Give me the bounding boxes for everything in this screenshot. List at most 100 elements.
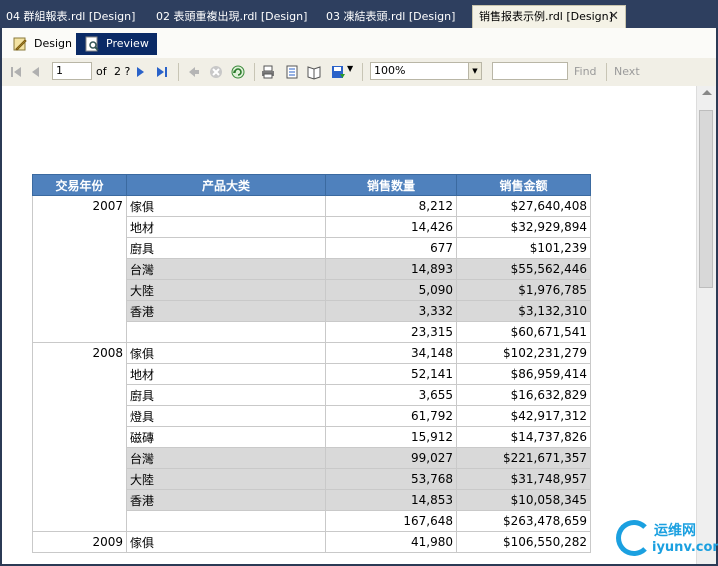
category-cell: 廚具 <box>126 384 326 406</box>
watermark-logo: 运维网 iyunv.com <box>612 516 718 562</box>
year-cell: 2007 <box>32 195 127 343</box>
amount-cell: $106,550,282 <box>456 531 591 553</box>
find-button[interactable]: Find <box>574 65 597 78</box>
quantity-cell: 8,212 <box>325 195 457 217</box>
report-toolbar: 1 of 2 ? ▼ 100% ▼ Find Next <box>2 58 716 87</box>
category-cell: 傢俱 <box>126 342 326 364</box>
quantity-cell: 53,768 <box>325 468 457 490</box>
print-layout-icon[interactable] <box>284 64 300 80</box>
category-cell: 台灣 <box>126 258 326 280</box>
tab-label: 02 表頭重複出現.rdl [Design] <box>156 10 308 23</box>
amount-cell: $263,478,659 <box>456 510 591 532</box>
watermark-text: 运维网 <box>654 523 696 539</box>
quantity-cell: 167,648 <box>325 510 457 532</box>
quantity-cell: 61,792 <box>325 405 457 427</box>
print-icon[interactable] <box>260 64 276 80</box>
category-cell: 傢俱 <box>126 195 326 217</box>
zoom-select[interactable]: 100% ▼ <box>370 62 482 80</box>
category-cell: 地材 <box>126 216 326 238</box>
find-input[interactable] <box>492 62 568 80</box>
category-cell: 香港 <box>126 300 326 322</box>
close-icon[interactable]: ✕ <box>608 6 619 28</box>
amount-cell: $27,640,408 <box>456 195 591 217</box>
export-icon[interactable] <box>330 64 346 80</box>
quantity-cell: 14,426 <box>325 216 457 238</box>
table-row: 2007 傢俱 8,212 $27,640,408 <box>32 195 591 343</box>
toolbar-separator <box>254 63 255 81</box>
amount-cell: $10,058,345 <box>456 489 591 511</box>
quantity-cell: 99,027 <box>325 447 457 469</box>
previous-page-icon[interactable] <box>28 64 44 80</box>
tab-label: 销售报表示例.rdl [Design] <box>479 10 613 23</box>
stop-icon[interactable] <box>208 64 224 80</box>
table-body: 2007 傢俱 8,212 $27,640,408 地材 14,426 $32,929,89… <box>32 195 591 553</box>
tab-repeat-header[interactable]: 02 表頭重複出現.rdl [Design] <box>150 6 318 28</box>
toolbar-separator <box>178 63 179 81</box>
first-page-icon[interactable] <box>8 64 24 80</box>
export-dropdown-icon[interactable]: ▼ <box>347 64 353 73</box>
preview-icon <box>85 36 99 52</box>
quantity-cell: 41,980 <box>325 531 457 553</box>
back-icon[interactable] <box>186 64 202 80</box>
page-setup-icon[interactable] <box>306 64 322 80</box>
amount-cell: $102,231,279 <box>456 342 591 364</box>
watermark-url: iyunv.com <box>652 540 718 555</box>
amount-cell: $55,562,446 <box>456 258 591 280</box>
quantity-cell: 3,332 <box>325 300 457 322</box>
scroll-thumb[interactable] <box>699 110 713 288</box>
amount-cell: $60,671,541 <box>456 321 591 343</box>
tab-label: 03 凍結表頭.rdl [Design] <box>326 10 456 23</box>
tab-preview-label: Preview <box>106 37 149 50</box>
tab-design-label: Design <box>34 37 72 50</box>
document-tab-bar: 04 群組報表.rdl [Design] 02 表頭重複出現.rdl [Desi… <box>0 0 718 28</box>
scroll-up-icon[interactable] <box>702 90 712 95</box>
amount-cell: $3,132,310 <box>456 300 591 322</box>
year-cell: 2009 <box>32 531 127 553</box>
vertical-scrollbar[interactable] <box>696 86 716 564</box>
tab-preview[interactable]: Preview <box>76 33 157 55</box>
tab-sales-report[interactable]: 销售报表示例.rdl [Design] ✕ <box>472 5 626 28</box>
find-next-button[interactable]: Next <box>614 65 640 78</box>
amount-cell: $31,748,957 <box>456 468 591 490</box>
column-header: 销售金额 <box>456 174 591 196</box>
zoom-value: 100% <box>374 64 406 77</box>
quantity-cell: 34,148 <box>325 342 457 364</box>
last-page-icon[interactable] <box>154 64 170 80</box>
tab-label: 04 群組報表.rdl [Design] <box>6 10 136 23</box>
amount-cell: $16,632,829 <box>456 384 591 406</box>
tab-group-report[interactable]: 04 群組報表.rdl [Design] <box>0 6 148 28</box>
amount-cell: $14,737,826 <box>456 426 591 448</box>
amount-cell: $101,239 <box>456 237 591 259</box>
next-page-icon[interactable] <box>132 64 148 80</box>
tab-design[interactable]: Design <box>4 33 80 55</box>
category-cell: 燈具 <box>126 405 326 427</box>
toolbar-separator <box>362 63 363 81</box>
design-icon <box>13 37 27 51</box>
quantity-cell: 15,912 <box>325 426 457 448</box>
total-pages: 2 ? <box>114 65 131 78</box>
report-canvas: 交易年份 产品大类 销售数量 销售金额 2007 傢俱 8,212 $27,640,4… <box>2 86 696 564</box>
amount-cell: $86,959,414 <box>456 363 591 385</box>
quantity-cell: 23,315 <box>325 321 457 343</box>
tab-freeze-header[interactable]: 03 凍結表頭.rdl [Design] <box>320 6 470 28</box>
category-cell: 台灣 <box>126 447 326 469</box>
column-header: 产品大类 <box>126 174 326 196</box>
column-header: 交易年份 <box>32 174 127 196</box>
designer-frame: Design Preview 1 of 2 ? ▼ 100% ▼ Find Ne… <box>2 28 716 564</box>
of-label: of <box>96 65 107 78</box>
sales-report-table: 交易年份 产品大类 销售数量 销售金额 2007 傢俱 8,212 $27,640,4… <box>32 174 591 553</box>
amount-cell: $1,976,785 <box>456 279 591 301</box>
toolbar-separator <box>606 63 607 81</box>
amount-cell: $221,671,357 <box>456 447 591 469</box>
table-row: 2008 傢俱 34,148 $102,231,279 <box>32 342 591 532</box>
page-number-input[interactable]: 1 <box>52 62 92 80</box>
year-cell: 2008 <box>32 342 127 532</box>
category-cell: 廚具 <box>126 237 326 259</box>
refresh-icon[interactable] <box>230 64 246 80</box>
amount-cell: $42,917,312 <box>456 405 591 427</box>
category-cell: 香港 <box>126 489 326 511</box>
quantity-cell: 52,141 <box>325 363 457 385</box>
column-header: 销售数量 <box>325 174 457 196</box>
chevron-down-icon[interactable]: ▼ <box>468 63 481 79</box>
amount-cell: $32,929,894 <box>456 216 591 238</box>
